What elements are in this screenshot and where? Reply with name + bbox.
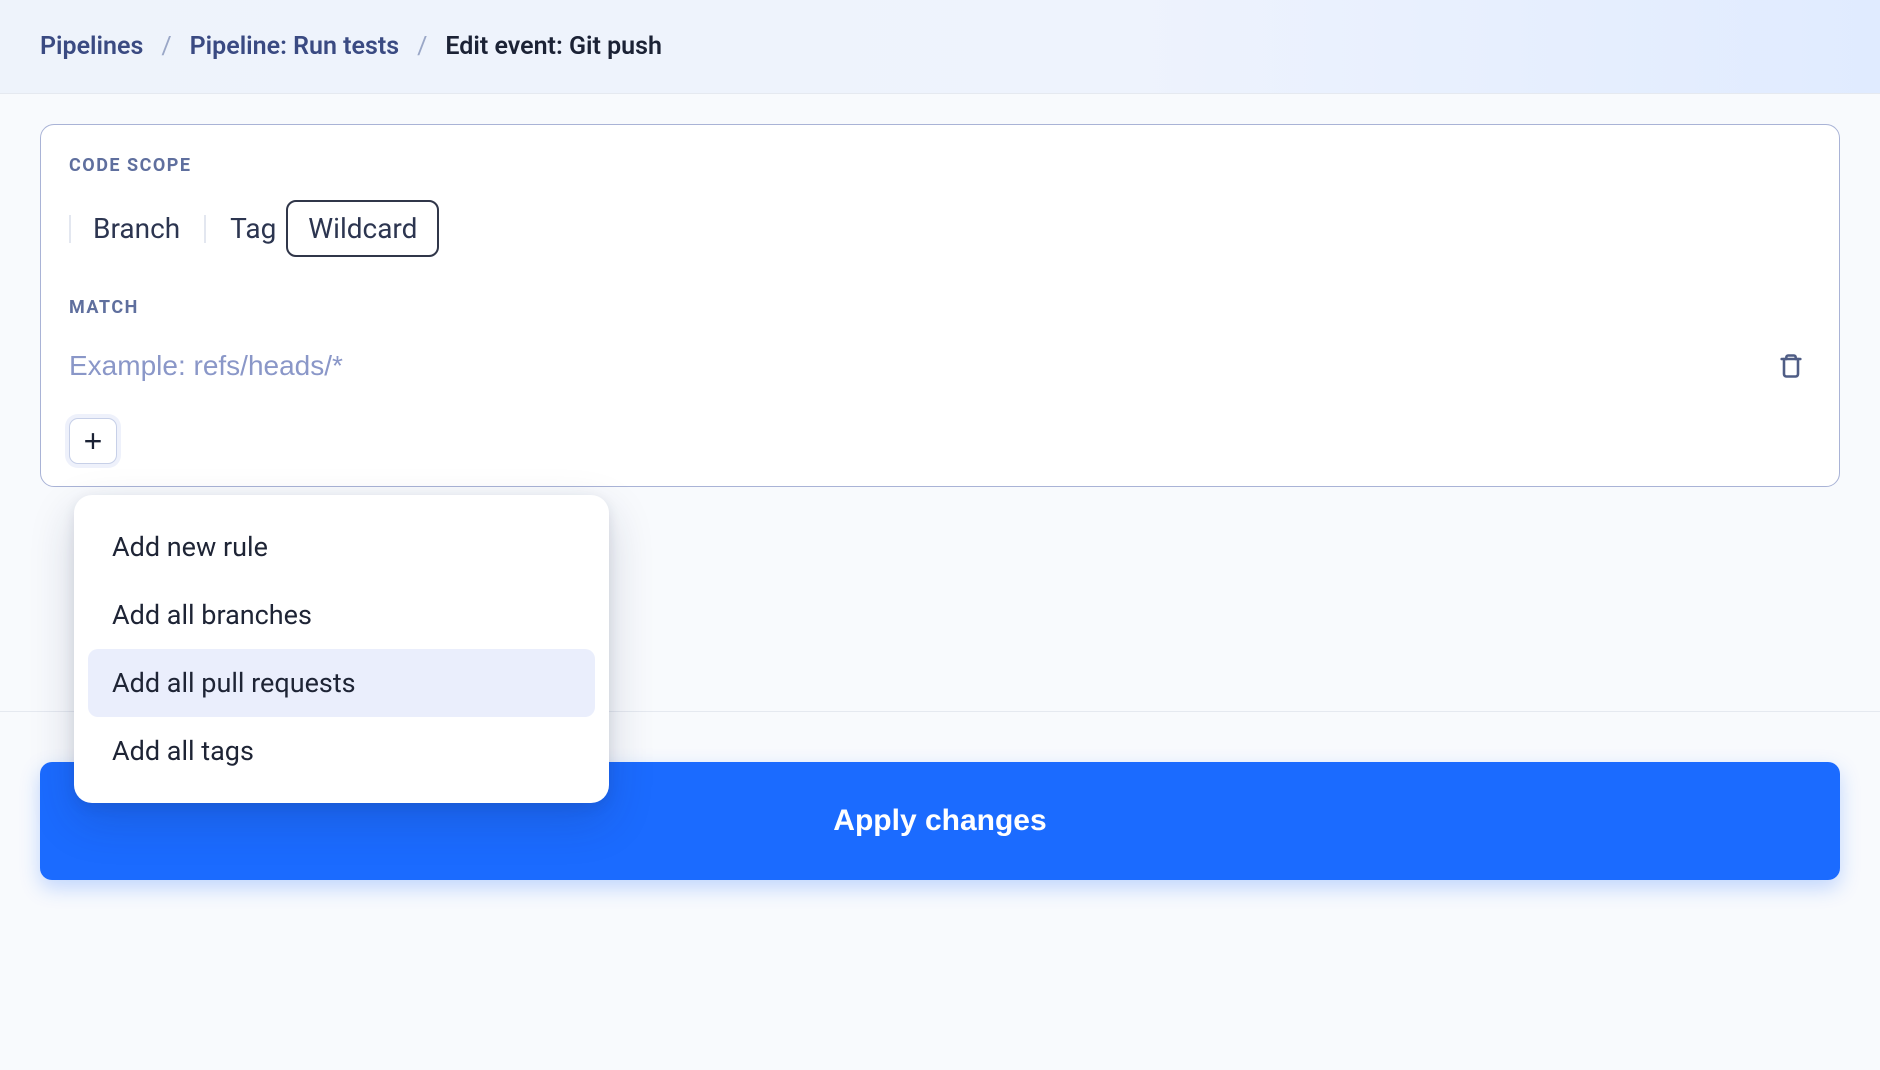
dropdown-item-add-all-pull-requests[interactable]: Add all pull requests — [88, 649, 595, 717]
tab-divider — [204, 215, 206, 243]
breadcrumb-pipeline-run-tests[interactable]: Pipeline: Run tests — [190, 32, 399, 61]
tab-branch[interactable]: Branch — [87, 204, 186, 253]
match-rule-row — [69, 342, 1811, 390]
add-rule-dropdown: Add new rule Add all branches Add all pu… — [74, 495, 609, 803]
delete-rule-button[interactable] — [1771, 346, 1811, 386]
dropdown-item-add-new-rule[interactable]: Add new rule — [88, 513, 595, 581]
breadcrumb-separator: / — [417, 32, 427, 61]
code-scope-panel: CODE SCOPE Branch Tag Wildcard MATCH — [40, 124, 1840, 487]
match-label: MATCH — [69, 297, 1811, 318]
tab-divider — [69, 215, 71, 243]
tab-wildcard[interactable]: Wildcard — [286, 200, 439, 257]
dropdown-item-add-all-branches[interactable]: Add all branches — [88, 581, 595, 649]
breadcrumb-pipelines[interactable]: Pipelines — [40, 32, 143, 61]
match-pattern-input[interactable] — [69, 342, 1755, 390]
tab-tag[interactable]: Tag — [224, 204, 282, 253]
breadcrumb-separator: / — [161, 32, 171, 61]
plus-icon: + — [84, 423, 103, 460]
trash-icon — [1777, 352, 1805, 380]
scope-tabs: Branch Tag Wildcard — [69, 200, 1811, 257]
add-rule-wrapper: + — [69, 418, 1811, 464]
add-rule-button[interactable]: + — [69, 418, 117, 464]
main-content: CODE SCOPE Branch Tag Wildcard MATCH — [0, 94, 1880, 497]
code-scope-label: CODE SCOPE — [69, 155, 1811, 176]
dropdown-item-add-all-tags[interactable]: Add all tags — [88, 717, 595, 785]
breadcrumbs: Pipelines / Pipeline: Run tests / Edit e… — [40, 32, 1840, 61]
breadcrumb-current: Edit event: Git push — [445, 32, 662, 61]
header: Pipelines / Pipeline: Run tests / Edit e… — [0, 0, 1880, 94]
